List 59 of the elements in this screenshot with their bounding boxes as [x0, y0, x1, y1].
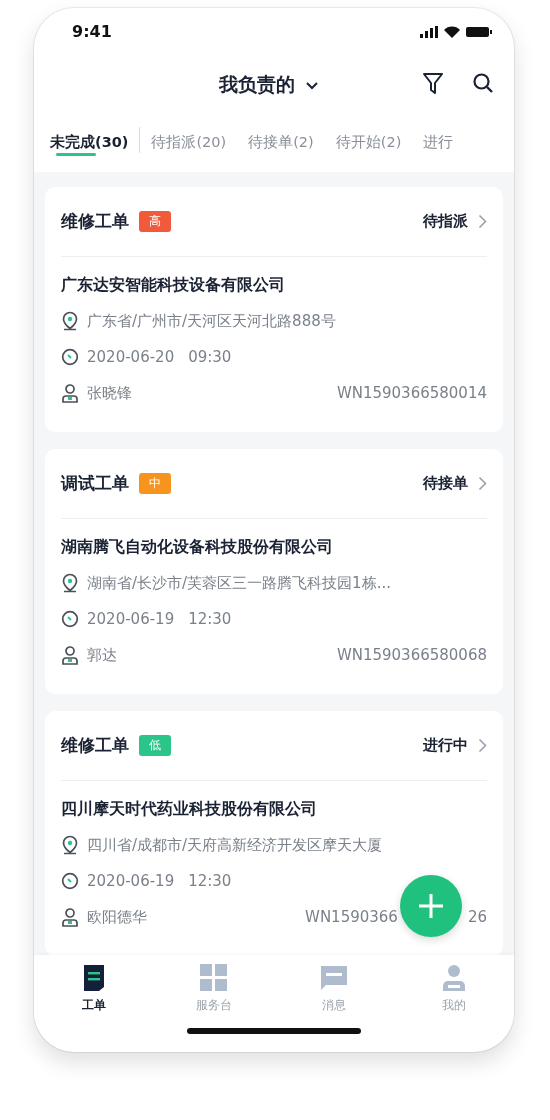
order-card[interactable]: 调试工单 中 待接单 湖南腾飞自动化设备科技股份有限公司 湖南省/长沙市/芙蓉区三一路腾飞科技园1栋... 2020-06-19 12:30 郭达 WN1590366580068 — [45, 449, 503, 694]
assignee-name: 郭达 — [87, 645, 117, 665]
company-name: 湖南腾飞自动化设备科技股份有限公司 — [61, 537, 334, 558]
priority-tag: 高 — [139, 211, 171, 232]
location-icon — [61, 311, 79, 331]
grid-icon — [200, 964, 228, 992]
wifi-icon — [444, 25, 460, 38]
status-time: 9:41 — [72, 22, 112, 41]
signal-icon — [420, 25, 438, 38]
filter-icon[interactable] — [422, 72, 444, 96]
document-icon — [83, 964, 105, 992]
priority-tag: 中 — [139, 473, 171, 494]
time-text: 09:30 — [188, 348, 232, 366]
filter-tab[interactable]: 未完成(30) — [50, 127, 140, 153]
title-dropdown[interactable]: 我负责的 — [213, 71, 325, 99]
clock-icon — [61, 872, 79, 890]
address-text: 四川省/成都市/天府高新经济开发区摩天大厦 — [87, 835, 383, 855]
location-icon — [61, 573, 79, 593]
order-type: 调试工单 — [61, 472, 129, 495]
plus-icon — [417, 892, 445, 920]
chevron-right-icon — [478, 476, 487, 491]
user-icon — [61, 645, 79, 665]
order-type: 维修工单 — [61, 210, 129, 233]
status-link[interactable]: 进行中 — [423, 736, 487, 755]
clock-icon — [61, 610, 79, 628]
status-link[interactable]: 待指派 — [423, 212, 487, 231]
user-icon — [61, 907, 79, 927]
time-text: 12:30 — [188, 610, 232, 628]
order-card[interactable]: 维修工单 低 进行中 四川摩天时代药业科技股份有限公司 四川省/成都市/天府高新经济开发区摩天大厦 2020-06-19 12:30 欧阳德华 WN1590366 26 — [45, 711, 503, 955]
chat-icon — [320, 964, 348, 992]
search-icon[interactable] — [472, 72, 494, 94]
order-number: WN1590366 — [305, 908, 398, 926]
company-name: 广东达安智能科技设备有限公司 — [61, 275, 286, 296]
chevron-down-icon — [305, 80, 319, 90]
chevron-right-icon — [478, 214, 487, 229]
status-link[interactable]: 待接单 — [423, 474, 487, 493]
date-text: 2020-06-19 — [87, 872, 175, 890]
address-text: 湖南省/长沙市/芙蓉区三一路腾飞科技园1栋... — [87, 573, 391, 593]
assignee-name: 欧阳德华 — [87, 907, 147, 927]
order-card[interactable]: 维修工单 高 待指派 广东达安智能科技设备有限公司 广东省/广州市/天河区天河北路888号 2020-06-20 09:30 张晓锋 WN1590366580014 — [45, 187, 503, 432]
user-icon — [61, 383, 79, 403]
address-text: 广东省/广州市/天河区天河北路888号 — [87, 311, 336, 331]
priority-tag: 低 — [139, 735, 171, 756]
time-text: 12:30 — [188, 872, 232, 890]
date-text: 2020-06-20 — [87, 348, 175, 366]
company-name: 四川摩天时代药业科技股份有限公司 — [61, 799, 318, 820]
order-number: WN1590366580014 — [336, 384, 487, 402]
date-text: 2020-06-19 — [87, 610, 175, 628]
clock-icon — [61, 348, 79, 366]
location-icon — [61, 835, 79, 855]
assignee-name: 张晓锋 — [87, 383, 132, 403]
order-number: 26 — [467, 908, 487, 926]
battery-icon — [466, 25, 492, 38]
chevron-right-icon — [478, 738, 487, 753]
order-number: WN1590366580068 — [336, 646, 487, 664]
nav-tab[interactable]: 工单 — [59, 963, 129, 1020]
user-icon — [440, 964, 468, 992]
order-type: 维修工单 — [61, 734, 129, 757]
tab-underline — [56, 153, 96, 156]
